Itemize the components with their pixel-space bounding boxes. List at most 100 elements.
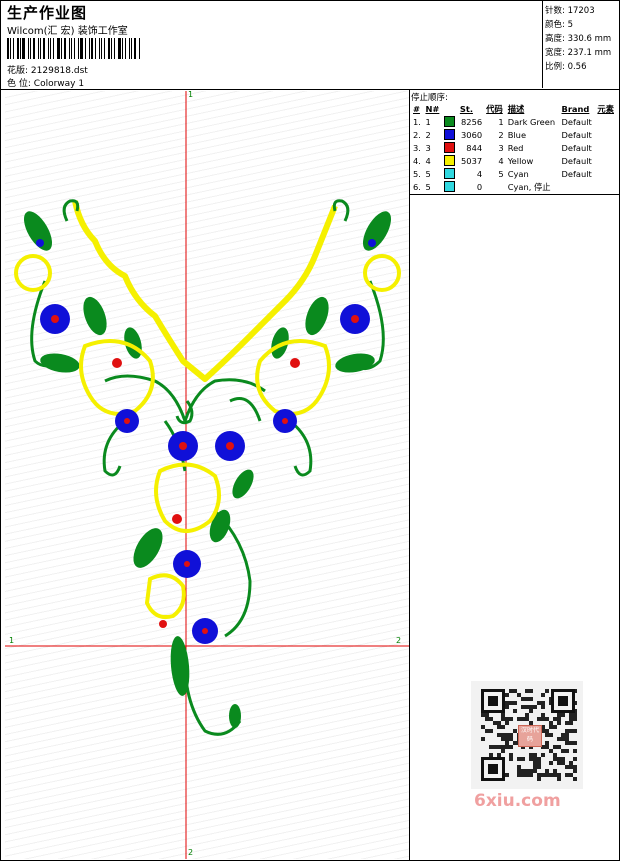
- yellow-roses: [14, 254, 401, 620]
- color-swatch: [444, 129, 456, 140]
- table-row[interactable]: 4. 4 5037 4 Yellow Default: [411, 154, 617, 167]
- color-count: 颜色: 5: [545, 20, 573, 30]
- cell-needle: 2: [425, 129, 431, 140]
- col-needle: N#: [425, 103, 440, 114]
- cell-row-number: 5.: [413, 168, 421, 179]
- col-brand: Brand: [561, 103, 590, 114]
- embroidery-design: [5, 91, 409, 859]
- cell-code: 4: [498, 155, 504, 166]
- cell-element: [595, 167, 617, 180]
- cell-swatch: [442, 167, 458, 180]
- design-width: 宽度: 237.1 mm: [545, 48, 612, 58]
- production-sheet: 生产作业图 Wilcom(汇 宏) 装饰工作室 花版: 2129818.dst …: [0, 0, 620, 861]
- qr-code: 汉时代码: [471, 681, 583, 789]
- cell-element: [595, 141, 617, 154]
- panel-separator: [409, 194, 619, 195]
- cell-swatch: [442, 141, 458, 154]
- cell-brand: Default: [561, 142, 592, 153]
- col-number: #: [413, 103, 420, 114]
- cell-swatch: [442, 128, 458, 141]
- guide-mark-top: 1: [188, 91, 194, 99]
- cell-description: Cyan: [507, 168, 529, 179]
- cell-element: [595, 180, 617, 193]
- cell-code: 3: [498, 142, 504, 153]
- col-swatch: [442, 102, 458, 115]
- colorway-name: Colorway 1: [33, 79, 85, 89]
- cell-row-number: 2.: [413, 129, 421, 140]
- cell-brand: Default: [561, 129, 592, 140]
- yellow-neckline: [72, 200, 338, 382]
- cell-brand: Default: [561, 168, 592, 179]
- cell-brand: Default: [561, 116, 592, 127]
- cell-stitches: 5037: [461, 155, 483, 166]
- studio-subtitle: Wilcom(汇 宏) 装饰工作室: [7, 26, 128, 37]
- cell-description: Yellow: [507, 155, 534, 166]
- sheet-title: 生产作业图: [7, 4, 88, 22]
- stop-sequence-panel: 停止顺序: # N# St. 代码 描述 Brand 元素 1. 1 8256 1 Da…: [409, 91, 619, 859]
- cell-swatch: [442, 115, 458, 128]
- red-centers: [51, 315, 359, 634]
- cell-brand: Default: [561, 155, 592, 166]
- cell-stitches: 3060: [461, 129, 483, 140]
- cell-row-number: 1.: [413, 116, 421, 127]
- embroidery-canvas[interactable]: 1 1 2 2: [5, 91, 409, 859]
- cell-description: Dark Green: [507, 116, 556, 127]
- cell-needle: 5: [425, 168, 431, 179]
- stitch-count: 针数: 17203: [545, 6, 595, 16]
- cell-element: [595, 128, 617, 141]
- stats-box: 针数: 17203 颜色: 5 高度: 330.6 mm 宽度: 237.1 m…: [542, 1, 620, 88]
- table-row[interactable]: 2. 2 3060 2 Blue Default: [411, 128, 617, 141]
- guide-mark-left: 1: [9, 636, 15, 645]
- cell-swatch: [442, 180, 458, 193]
- scale-ratio: 比例: 0.56: [545, 62, 587, 72]
- col-description: 描述: [507, 103, 525, 114]
- cell-description: Blue: [507, 129, 527, 140]
- stop-sequence-table: # N# St. 代码 描述 Brand 元素 1. 1 8256 1 Dark Gre…: [411, 102, 617, 193]
- color-swatch: [444, 142, 456, 153]
- cell-needle: 3: [425, 142, 431, 153]
- table-row[interactable]: 3. 3 844 3 Red Default: [411, 141, 617, 154]
- cell-stitches: 8256: [461, 116, 483, 127]
- qr-logo: 汉时代码: [518, 725, 542, 747]
- cell-row-number: 4.: [413, 155, 421, 166]
- design-file-line: 花版: 2129818.dst: [7, 63, 88, 76]
- cell-element: [595, 115, 617, 128]
- green-leaves: [24, 211, 391, 728]
- header-divider: [1, 89, 619, 90]
- cell-code: 2: [498, 129, 504, 140]
- cell-needle: 1: [425, 116, 431, 127]
- cell-element: [595, 154, 617, 167]
- color-swatch: [444, 155, 456, 166]
- table-row[interactable]: 6. 5 0 Cyan, 停止: [411, 180, 617, 193]
- panel-divider: [409, 89, 410, 860]
- guide-mark-right: 2: [396, 636, 402, 645]
- guide-mark-bottom: 2: [188, 848, 194, 857]
- color-swatch: [444, 181, 456, 192]
- cell-stitches: 0: [476, 181, 483, 192]
- cell-code: [484, 180, 506, 193]
- table-row[interactable]: 5. 5 4 5 Cyan Default: [411, 167, 617, 180]
- cell-stitches: 844: [466, 142, 483, 153]
- cell-stitches: 4: [476, 168, 483, 179]
- cell-brand: [560, 180, 596, 193]
- barcode: [7, 38, 141, 59]
- cell-swatch: [442, 154, 458, 167]
- col-element: 元素: [597, 103, 614, 114]
- col-stitches: St.: [459, 103, 473, 114]
- col-code: 代码: [486, 103, 503, 114]
- cell-description: Cyan, 停止: [507, 181, 551, 192]
- design-height: 高度: 330.6 mm: [545, 34, 612, 44]
- design-file: 2129818.dst: [30, 66, 88, 76]
- cell-row-number: 3.: [413, 142, 421, 153]
- cell-code: 1: [498, 116, 504, 127]
- table-row[interactable]: 1. 1 8256 1 Dark Green Default: [411, 115, 617, 128]
- cell-row-number: 6.: [413, 181, 421, 192]
- table-header-row: # N# St. 代码 描述 Brand 元素: [411, 102, 617, 115]
- cell-code: 5: [498, 168, 504, 179]
- header-left: 生产作业图 Wilcom(汇 宏) 装饰工作室 花版: 2129818.dst …: [1, 1, 541, 89]
- color-label: 色 位:: [7, 79, 31, 89]
- color-swatch: [444, 168, 456, 179]
- watermark-text: 6xiu.com: [474, 791, 561, 811]
- design-label: 花版:: [7, 66, 29, 76]
- color-swatch: [444, 116, 456, 127]
